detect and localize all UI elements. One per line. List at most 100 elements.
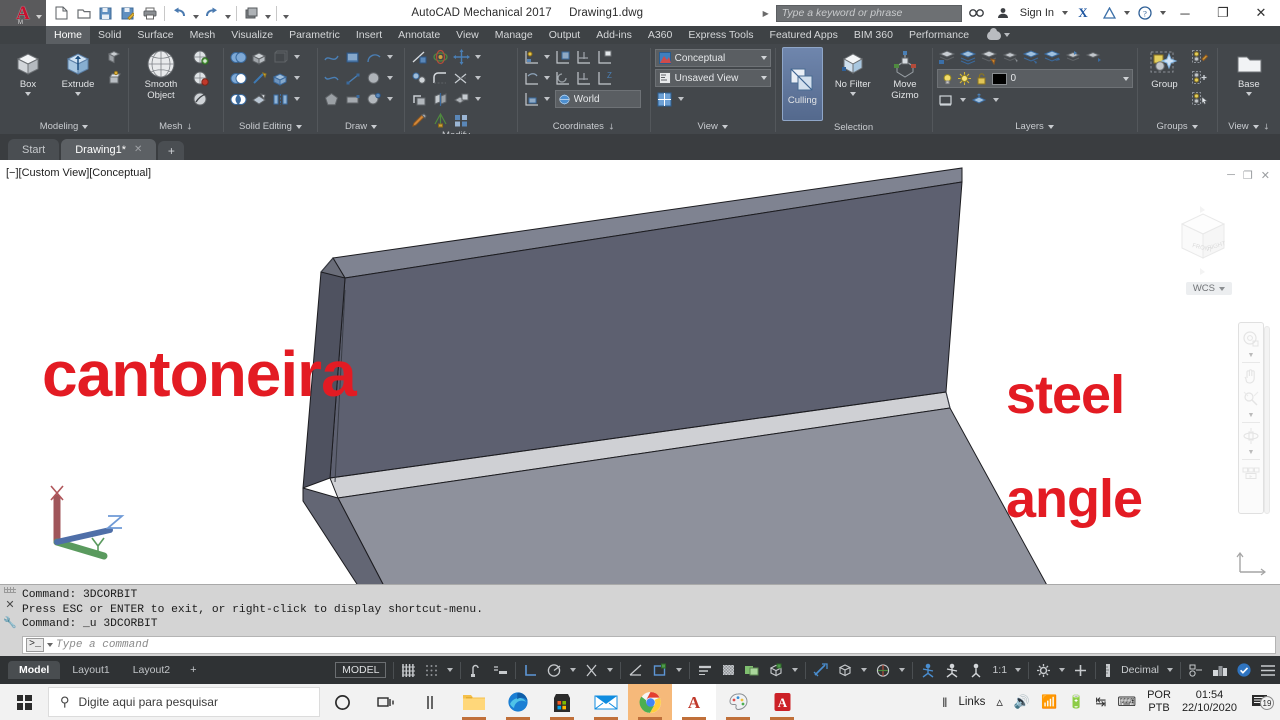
viewport-dropdown-icon[interactable] [677,89,686,109]
move-gizmo-button[interactable]: Move Gizmo [882,47,927,101]
object-snap-tracking-toggle[interactable] [580,659,603,681]
layer-unisolate-icon[interactable] [958,47,978,67]
layer-properties-manager-icon[interactable] [937,90,957,110]
ucs-view-icon[interactable] [595,47,615,67]
3d-move-gizmo-icon[interactable] [451,47,471,67]
clean-screen-icon[interactable] [1232,659,1256,681]
tab-annotate[interactable]: Annotate [390,26,448,44]
isometric-dropdown-icon[interactable] [857,659,871,681]
search-input[interactable]: Type a keyword or phrase [775,4,962,22]
group-select-icon[interactable] [1189,89,1209,109]
ucs-z-axis-icon[interactable]: Z [595,68,615,88]
tab-solid[interactable]: Solid [90,26,129,44]
hardware-lock-icon[interactable] [1069,659,1092,681]
layer-match-icon[interactable] [1084,47,1104,67]
taper-face-icon[interactable] [249,68,269,88]
panel-groups-title[interactable]: Groups [1137,119,1216,134]
delete-face-icon[interactable] [249,89,269,109]
tab-insert[interactable]: Insert [348,26,390,44]
units-dropdown-icon[interactable] [1163,659,1177,681]
volume-icon[interactable]: 🔊 [1014,694,1030,710]
sweep-icon[interactable] [104,68,124,88]
base-button[interactable]: Base [1226,47,1272,96]
zoom-extents-icon[interactable] [1241,389,1261,409]
layer-state-dropdown-icon[interactable] [992,90,1001,110]
touch-keyboard-icon[interactable]: ⌨ [1117,694,1136,710]
edge-browser-icon[interactable] [496,684,540,720]
layer-freeze-icon[interactable] [1000,47,1020,67]
crease-mesh-icon[interactable] [191,68,211,88]
file-tab-start[interactable]: Start [8,139,60,160]
smooth-object-button[interactable]: Smooth Object [133,47,189,101]
workspace-icon[interactable] [241,3,262,24]
arc-icon[interactable] [364,47,384,67]
intersect-icon[interactable] [228,89,248,109]
tab-home[interactable]: Home [46,26,91,44]
tab-manage[interactable]: Manage [487,26,541,44]
tab-a360[interactable]: A360 [640,26,681,44]
annotation-scale-dropdown-icon[interactable] [895,659,909,681]
modify-dropdown-2-icon[interactable] [473,68,482,88]
wcs-selector[interactable]: WCS [1185,282,1232,295]
paint-modify-icon[interactable] [409,110,429,130]
culling-button[interactable]: Culling [781,47,824,121]
ucs-dropdown-1-icon[interactable] [543,47,552,67]
isometric-drafting-icon[interactable] [833,659,857,681]
drawing-viewport[interactable]: [−][Custom View][Conceptual] ─ ❐ ✕ canto… [0,160,1280,584]
layer-merge-icon[interactable] [1063,47,1083,67]
panel-modeling-title[interactable]: Modeling [0,119,128,134]
user-account-icon[interactable] [992,2,1014,24]
taskbar-search-input[interactable]: ⚲ Digite aqui para pesquisar [48,687,320,717]
zoom-dropdown-icon[interactable]: ▼ [1248,412,1255,419]
clock[interactable]: 01:54 22/10/2020 [1182,689,1237,715]
base-dropdown-icon[interactable] [1245,92,1252,96]
command-history-dropdown-icon[interactable] [47,643,54,647]
cortana-icon[interactable] [320,684,364,720]
slice-icon[interactable] [430,89,450,109]
language-indicator[interactable]: POR PTB [1147,689,1171,715]
view-preset-combo[interactable]: Unsaved View [654,69,771,87]
links-label[interactable]: Links [958,696,985,708]
polygon-icon[interactable] [322,89,342,109]
3d-rotate-icon[interactable] [430,47,450,67]
fillet-edge-icon[interactable] [430,68,450,88]
subtract-icon[interactable] [228,68,248,88]
annotation-monitor-icon[interactable] [940,659,964,681]
save-as-icon[interactable] [117,3,138,24]
layer-state-icon[interactable] [970,90,990,110]
layout-tab-layout1[interactable]: Layout1 [61,661,120,679]
draw-dropdown-3-icon[interactable] [386,89,395,109]
customize-wrench-icon[interactable]: 🔧 [3,616,17,629]
extrude-button[interactable]: Extrude [54,47,102,96]
start-button[interactable] [0,684,48,720]
panel-coordinates-title[interactable]: Coordinates ↘ [518,119,650,134]
panel-dialog-launcher-icon[interactable]: ↘ [184,121,195,132]
steering-wheel-icon[interactable] [1241,329,1261,349]
tab-view[interactable]: View [448,26,487,44]
refine-mesh-icon[interactable] [191,47,211,67]
tab-express-tools[interactable]: Express Tools [680,26,761,44]
orbit-icon[interactable] [1241,426,1261,446]
minimize-button[interactable]: ─ [1166,0,1204,26]
ortho-mode-toggle[interactable] [519,659,542,681]
shell-solid-icon[interactable] [409,89,429,109]
extrude-dropdown-icon[interactable] [75,92,81,96]
solid-shell-icon[interactable] [270,47,290,67]
trim-icon[interactable] [451,68,471,88]
wifi-icon[interactable]: 📶 [1041,694,1057,710]
command-input[interactable]: >_ Type a command [22,636,1276,654]
graphics-performance-icon[interactable] [1208,659,1232,681]
task-view-icon[interactable] [364,684,408,720]
layout-tab-model[interactable]: Model [8,661,61,679]
polar-dropdown-icon[interactable] [566,659,580,681]
file-explorer-icon[interactable] [452,684,496,720]
customization-menu-icon[interactable] [1256,659,1280,681]
microsoft-store-icon[interactable] [540,684,584,720]
ucs-manage-icon[interactable] [522,89,542,109]
sign-in-dropdown-icon[interactable] [1062,11,1068,15]
transparency-toggle[interactable] [717,659,740,681]
draw-dropdown-1-icon[interactable] [386,47,395,67]
close-button[interactable]: ✕ [1242,0,1280,26]
group-add-icon[interactable] [1189,68,1209,88]
circle-icon[interactable] [364,68,384,88]
